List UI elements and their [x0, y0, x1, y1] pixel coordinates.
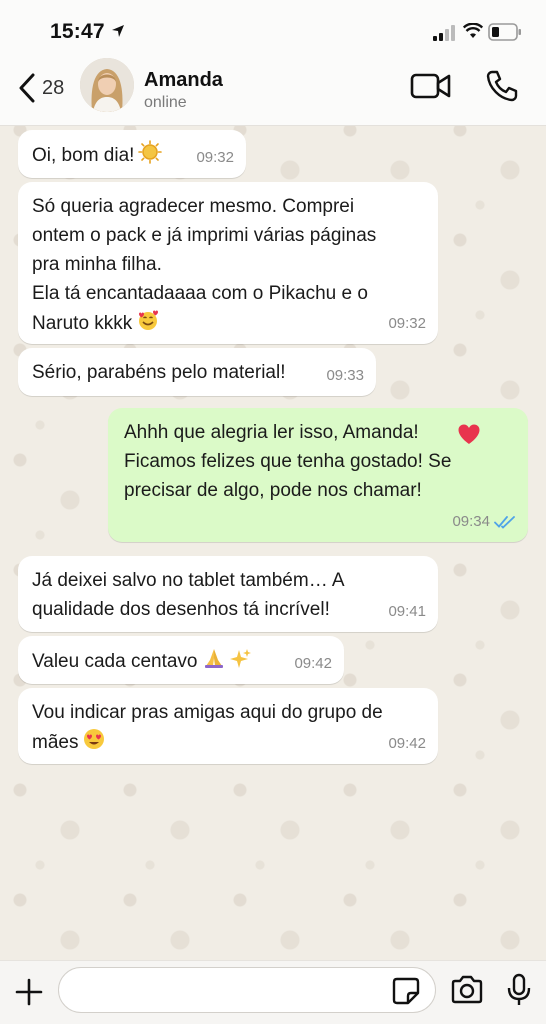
video-camera-icon: [410, 73, 451, 99]
wifi-icon: [463, 23, 483, 38]
message-time: 09:42: [294, 655, 332, 672]
message-bubble-incoming[interactable]: Já deixei salvo no tablet também… A qual…: [18, 556, 438, 632]
attach-button[interactable]: [14, 977, 44, 1007]
message-text: Ahhh que alegria ler isso, Amanda! Ficam…: [124, 422, 452, 501]
message-text: Valeu cada centavo: [32, 651, 198, 672]
camera-icon: [451, 975, 483, 1004]
message-bubble-incoming[interactable]: Valeu cada centavo 09:42: [18, 636, 344, 684]
back-button[interactable]: 28: [18, 68, 78, 108]
message-time: 09:32: [196, 149, 234, 166]
avatar-photo: [80, 58, 134, 112]
sparkles-icon: [229, 649, 251, 668]
message-text: Só queria agradecer mesmo. Comprei ontem…: [32, 196, 377, 334]
heart-emoji-icon: [458, 424, 480, 444]
message-composer: [0, 960, 546, 1024]
unread-count: 28: [42, 76, 65, 99]
location-arrow-icon: [112, 25, 124, 37]
message-text: Sério, parabéns pelo material!: [32, 362, 286, 383]
heart-eyes-emoji-icon: [84, 729, 105, 749]
message-time: 09:32: [388, 315, 426, 332]
video-call-button[interactable]: [410, 70, 452, 102]
contact-status: online: [144, 94, 187, 111]
sun-emoji-icon: [138, 140, 163, 164]
chat-header: 28 Amanda online: [0, 58, 546, 126]
message-bubble-incoming[interactable]: Oi, bom dia! 09:32: [18, 130, 246, 178]
camera-button[interactable]: [450, 975, 484, 1005]
message-bubble-incoming[interactable]: Vou indicar pras amigas aqui do grupo de…: [18, 688, 438, 764]
message-time: 09:33: [326, 367, 364, 384]
plus-icon: [15, 978, 43, 1006]
message-text: Já deixei salvo no tablet também… A qual…: [32, 570, 345, 620]
message-text: Oi, bom dia!: [32, 145, 135, 166]
status-bar: 15:47: [0, 0, 546, 58]
battery-icon: [488, 23, 521, 41]
double-check-read-icon: [494, 515, 515, 529]
sticker-button[interactable]: [392, 977, 420, 1005]
sticker-icon: [392, 977, 420, 1005]
message-time: 09:41: [388, 603, 426, 620]
smiling-face-with-hearts-icon: [139, 310, 159, 330]
voice-call-button[interactable]: [484, 68, 520, 104]
avatar[interactable]: [80, 58, 134, 112]
message-input[interactable]: [58, 967, 436, 1013]
microphone-icon: [507, 973, 531, 1005]
message-list[interactable]: Oi, bom dia! 09:32 Só queria agradecer m…: [0, 126, 546, 960]
status-time: 15:47: [50, 20, 105, 43]
chevron-left-icon: [19, 73, 35, 103]
message-bubble-outgoing[interactable]: Ahhh que alegria ler isso, Amanda! Ficam…: [108, 408, 528, 542]
message-bubble-incoming[interactable]: Sério, parabéns pelo material! 09:33: [18, 348, 376, 396]
message-time: 09:42: [388, 735, 426, 752]
signal-icon: [433, 25, 455, 41]
phone-icon: [486, 70, 518, 102]
message-time: 09:34: [452, 513, 490, 530]
microphone-button[interactable]: [506, 973, 532, 1007]
contact-name[interactable]: Amanda: [144, 69, 223, 92]
folded-hands-icon: [204, 649, 223, 668]
message-bubble-incoming[interactable]: Só queria agradecer mesmo. Comprei ontem…: [18, 182, 438, 344]
